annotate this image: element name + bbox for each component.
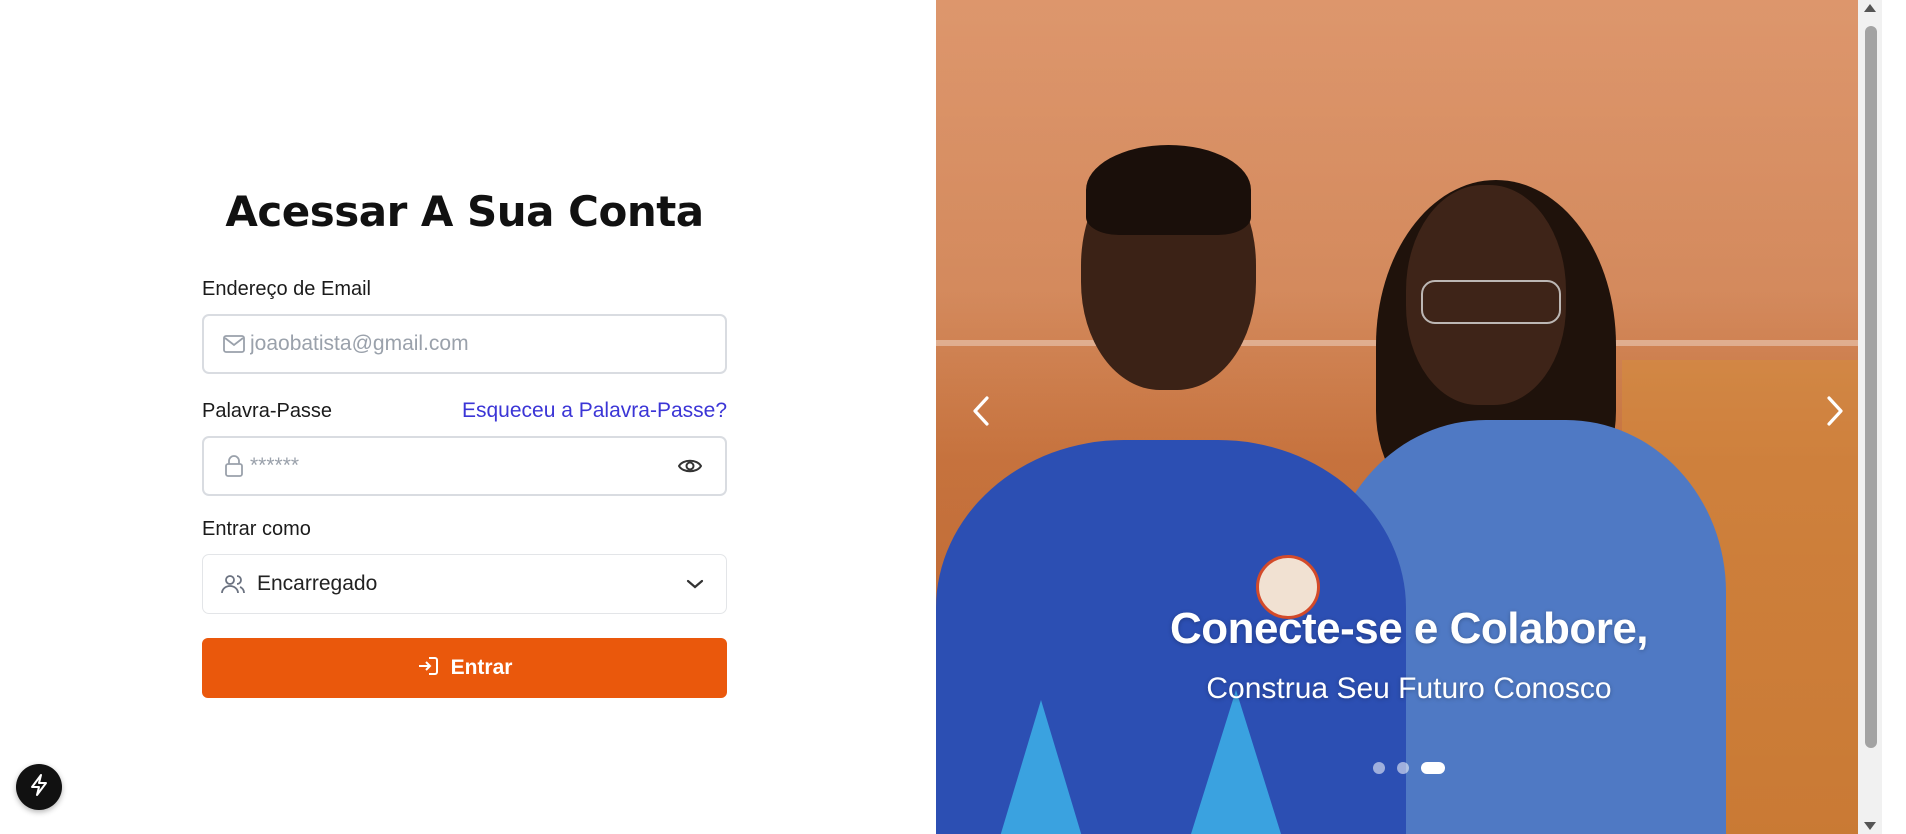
- chevron-down-icon: [684, 573, 706, 595]
- password-input[interactable]: [250, 454, 650, 478]
- carousel-dots: [936, 762, 1882, 774]
- login-panel: Acessar A Sua Conta Endereço de Email Pa…: [0, 0, 936, 834]
- bolt-badge[interactable]: [16, 764, 62, 810]
- chevron-right-icon: [1825, 395, 1845, 431]
- bolt-icon: [29, 773, 49, 801]
- forgot-password-link[interactable]: Esqueceu a Palavra-Passe?: [462, 399, 727, 423]
- role-select-value: Encarregado: [257, 572, 378, 595]
- role-label-row: Entrar como: [202, 514, 727, 544]
- email-label-row: Endereço de Email: [202, 274, 727, 304]
- role-label: Entrar como: [202, 517, 311, 540]
- carousel-next-button[interactable]: [1818, 396, 1852, 430]
- submit-button-label: Entrar: [450, 656, 513, 679]
- scroll-down-arrow[interactable]: [1864, 822, 1876, 830]
- carousel-subtitle: Construa Seu Futuro Conosco: [1206, 672, 1612, 705]
- login-form: Acessar A Sua Conta Endereço de Email Pa…: [202, 180, 727, 698]
- mail-icon: [222, 332, 246, 356]
- email-field[interactable]: [202, 314, 727, 374]
- password-label-row: Palavra-Passe Esqueceu a Palavra-Passe?: [202, 396, 727, 426]
- carousel-dot[interactable]: [1373, 762, 1385, 774]
- scroll-thumb[interactable]: [1865, 26, 1877, 748]
- chevron-left-icon: [971, 395, 991, 431]
- person-hair: [1086, 145, 1251, 235]
- email-input[interactable]: [250, 332, 650, 356]
- login-icon: [417, 655, 439, 681]
- carousel-prev-button[interactable]: [964, 396, 998, 430]
- glasses: [1421, 280, 1561, 324]
- eye-icon[interactable]: [677, 453, 703, 479]
- carousel-title: Conecte-se e Colabore,: [1169, 604, 1649, 653]
- login-page: Acessar A Sua Conta Endereço de Email Pa…: [0, 0, 1906, 834]
- users-icon: [221, 572, 245, 596]
- lock-icon: [222, 454, 246, 478]
- page-scrollbar[interactable]: [1858, 0, 1882, 834]
- carousel-dot-active[interactable]: [1421, 762, 1445, 774]
- password-label: Palavra-Passe: [202, 399, 333, 422]
- role-select[interactable]: Encarregado: [202, 554, 727, 614]
- scroll-up-arrow[interactable]: [1864, 4, 1876, 12]
- carousel-dot[interactable]: [1397, 762, 1409, 774]
- password-field[interactable]: [202, 436, 727, 496]
- submit-button[interactable]: Entrar: [202, 638, 727, 698]
- hero-carousel: Conecte-se e Colabore, Construa Seu Futu…: [936, 0, 1882, 834]
- page-title: Acessar A Sua Conta: [225, 187, 704, 236]
- email-label: Endereço de Email: [202, 277, 371, 300]
